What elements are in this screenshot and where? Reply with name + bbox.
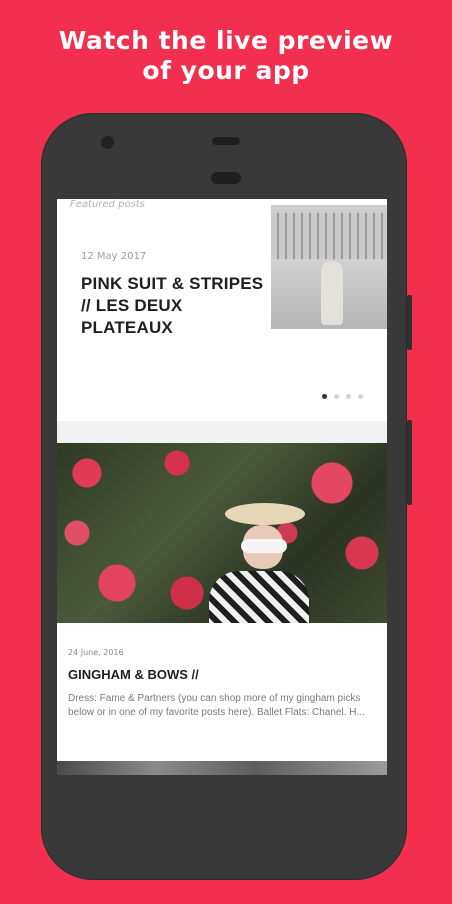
volume-button — [407, 420, 412, 505]
next-post-preview[interactable] — [57, 761, 387, 775]
carousel-dot[interactable] — [346, 394, 351, 399]
power-button — [407, 295, 412, 350]
carousel-indicator[interactable] — [322, 394, 363, 399]
post-title[interactable]: GINGHAM & BOWS // — [68, 667, 199, 682]
post-cover-image[interactable] — [57, 443, 387, 623]
carousel-dot[interactable] — [358, 394, 363, 399]
section-divider — [57, 421, 387, 443]
image-gingham-dress — [209, 571, 309, 623]
thumbnail-person — [321, 261, 343, 325]
image-hat — [225, 503, 305, 525]
image-sunglasses — [241, 539, 287, 553]
speaker-grille — [211, 172, 241, 184]
featured-section-label: Featured posts — [70, 199, 145, 210]
post-excerpt: Dress: Fame & Partners (you can shop mor… — [68, 693, 365, 718]
app-screen: Featured posts 12 May 2017 PINK SUIT & S… — [57, 199, 387, 775]
headline-line-2: of your app — [142, 56, 310, 85]
camera-icon — [101, 136, 114, 149]
promo-headline: Watch the live preview of your app — [0, 26, 452, 86]
featured-post-date: 12 May 2017 — [81, 251, 147, 262]
featured-post-title[interactable]: PINK SUIT & STRIPES // LES DEUX PLATEAUX — [81, 273, 271, 339]
sensor — [212, 137, 240, 145]
featured-post-thumbnail[interactable] — [271, 205, 387, 329]
thumbnail-building — [271, 213, 387, 259]
carousel-dot[interactable] — [334, 394, 339, 399]
post-date: 24 June, 2016 — [68, 648, 124, 657]
carousel-dot-active[interactable] — [322, 394, 327, 399]
headline-line-1: Watch the live preview — [58, 26, 394, 55]
